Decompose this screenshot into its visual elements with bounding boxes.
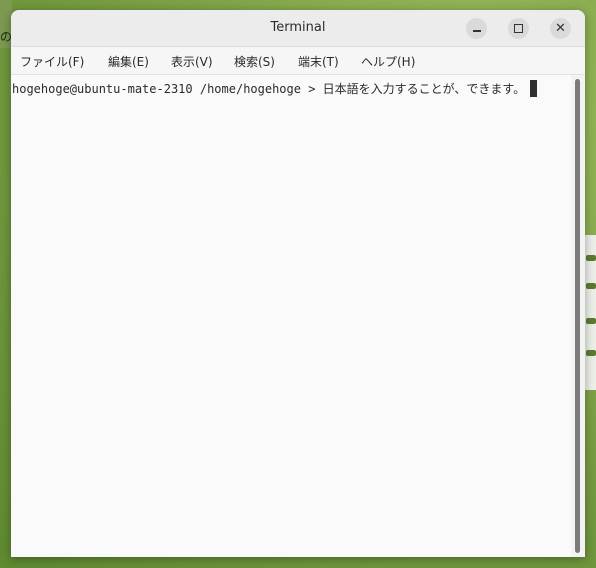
text-cursor — [530, 80, 538, 97]
shell-prompt: hogehoge@ubuntu-mate-2310 /home/hogehoge… — [12, 82, 323, 96]
terminal-window[interactable]: Terminal ✕ ファイル(F) 編集(E) 表示(V) 検索(S) 端末(… — [11, 10, 585, 557]
menu-terminal[interactable]: 端末(T) — [298, 53, 339, 70]
close-button[interactable]: ✕ — [550, 18, 571, 39]
window-title: Terminal — [270, 20, 326, 35]
close-icon: ✕ — [555, 21, 566, 36]
desktop-decoration — [586, 283, 596, 289]
terminal-line: hogehoge@ubuntu-mate-2310 /home/hogehoge… — [12, 80, 538, 97]
menu-view[interactable]: 表示(V) — [171, 53, 213, 70]
minimize-icon — [472, 30, 481, 32]
menu-bar: ファイル(F) 編集(E) 表示(V) 検索(S) 端末(T) ヘルプ(H) — [11, 47, 585, 75]
maximize-button[interactable] — [508, 18, 529, 39]
typed-input: 日本語を入力することが、できます。 — [322, 82, 526, 96]
scrollbar-thumb[interactable] — [575, 79, 580, 553]
desktop-decoration — [586, 350, 596, 356]
menu-edit[interactable]: 編集(E) — [108, 53, 149, 70]
maximize-icon — [514, 24, 523, 33]
menu-help[interactable]: ヘルプ(H) — [361, 53, 415, 70]
desktop-decoration — [586, 255, 596, 261]
terminal-area[interactable]: hogehoge@ubuntu-mate-2310 /home/hogehoge… — [11, 75, 585, 557]
minimize-button[interactable] — [466, 18, 487, 39]
desktop-decoration — [586, 318, 596, 324]
menu-file[interactable]: ファイル(F) — [20, 53, 84, 70]
title-bar[interactable]: Terminal ✕ — [11, 10, 585, 47]
menu-search[interactable]: 検索(S) — [234, 53, 275, 70]
